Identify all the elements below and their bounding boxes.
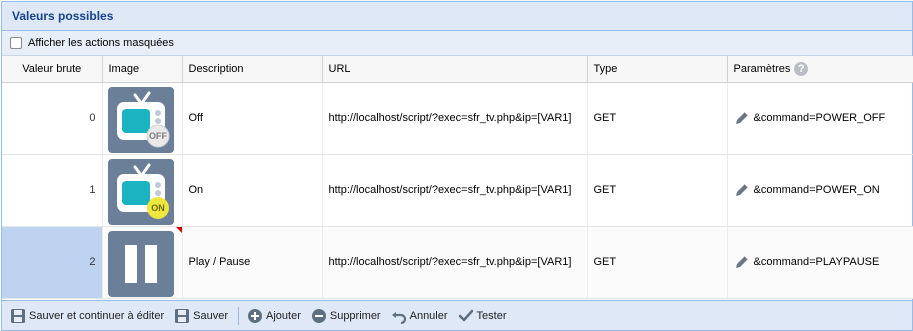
type-cell[interactable]: GET <box>587 154 728 227</box>
toolbar-separator <box>238 306 239 325</box>
dirty-marker <box>175 226 181 233</box>
plus-circle-icon <box>248 308 262 323</box>
col-header-raw-value[interactable]: Valeur brute <box>2 56 103 83</box>
test-label: Tester <box>476 309 507 322</box>
image-cell[interactable]: ON <box>102 154 183 227</box>
description-cell[interactable]: Play / Pause <box>182 226 323 299</box>
type-cell[interactable]: GET <box>587 226 728 299</box>
add-button[interactable]: Ajouter <box>243 306 305 326</box>
table-row[interactable]: 0 OFF Off http://localhost/script/?exec=… <box>2 82 913 155</box>
off-badge-text: OFF <box>149 131 167 141</box>
save-continue-button[interactable]: Sauver et continuer à éditer <box>6 306 168 326</box>
cancel-label: Annuler <box>409 309 448 322</box>
table-row[interactable]: 2 Play / Pause http://localhost/script/?… <box>2 226 913 299</box>
raw-value-cell[interactable]: 0 <box>2 82 103 155</box>
raw-value-cell[interactable]: 1 <box>2 154 103 227</box>
save-continue-label: Sauver et continuer à éditer <box>29 309 165 322</box>
col-header-url[interactable]: URL <box>322 56 588 83</box>
params-value: &command=POWER_ON <box>753 183 880 196</box>
pencil-icon[interactable] <box>734 182 750 198</box>
save-label: Sauver <box>193 309 228 322</box>
params-value: &command=POWER_OFF <box>753 111 886 124</box>
pencil-icon[interactable] <box>734 110 750 126</box>
description-cell[interactable]: Off <box>182 82 323 155</box>
image-cell[interactable]: OFF <box>102 82 183 155</box>
save-icon <box>175 308 190 323</box>
params-cell[interactable]: &command=PLAYPAUSE <box>727 226 913 299</box>
top-toolbar: Afficher les actions masquées <box>2 31 912 56</box>
checkmark-icon <box>458 309 473 321</box>
bottom-toolbar: Sauver et continuer à éditer Sauver Ajou… <box>2 300 912 330</box>
cancel-button[interactable]: Annuler <box>387 306 452 326</box>
url-cell[interactable]: http://localhost/script/?exec=sfr_tv.php… <box>322 82 588 155</box>
show-hidden-actions-label[interactable]: Afficher les actions masquées <box>28 37 174 49</box>
url-cell[interactable]: http://localhost/script/?exec=sfr_tv.php… <box>322 226 588 299</box>
type-cell[interactable]: GET <box>587 82 728 155</box>
col-header-params-label: Paramètres <box>733 62 791 75</box>
possible-values-panel: Valeurs possibles Afficher les actions m… <box>1 1 913 331</box>
on-badge-text: ON <box>151 203 165 213</box>
col-header-params[interactable]: Paramètres? <box>727 56 913 83</box>
add-label: Ajouter <box>266 309 301 322</box>
show-hidden-actions-checkbox[interactable] <box>10 37 22 49</box>
col-header-description[interactable]: Description <box>182 56 323 83</box>
save-button[interactable]: Sauver <box>170 306 232 326</box>
save-icon <box>11 308 25 323</box>
delete-label: Supprimer <box>329 309 381 322</box>
tv-on-icon: ON <box>107 158 174 225</box>
params-cell[interactable]: &command=POWER_OFF <box>727 82 913 155</box>
col-header-image[interactable]: Image <box>102 56 183 83</box>
values-grid: Valeur brute Image Description URL Type … <box>2 56 913 299</box>
description-cell[interactable]: On <box>182 154 323 227</box>
params-value: &command=PLAYPAUSE <box>753 255 880 268</box>
panel-title: Valeurs possibles <box>2 2 912 31</box>
undo-icon <box>391 311 406 324</box>
raw-value-cell[interactable]: 2 <box>2 226 103 299</box>
pencil-icon[interactable] <box>734 254 750 270</box>
pause-icon <box>107 230 174 297</box>
tv-off-icon: OFF <box>107 86 174 153</box>
delete-button[interactable]: Supprimer <box>307 306 385 326</box>
grid-header-row: Valeur brute Image Description URL Type … <box>2 56 913 83</box>
image-cell[interactable] <box>102 226 183 299</box>
help-icon[interactable]: ? <box>794 61 809 76</box>
table-row[interactable]: 1 ON On http://localhost/script/?exec=sf… <box>2 154 913 227</box>
url-cell[interactable]: http://localhost/script/?exec=sfr_tv.php… <box>322 154 588 227</box>
col-header-type[interactable]: Type <box>587 56 728 83</box>
test-button[interactable]: Tester <box>454 306 511 326</box>
params-cell[interactable]: &command=POWER_ON <box>727 154 913 227</box>
minus-circle-icon <box>311 308 326 323</box>
